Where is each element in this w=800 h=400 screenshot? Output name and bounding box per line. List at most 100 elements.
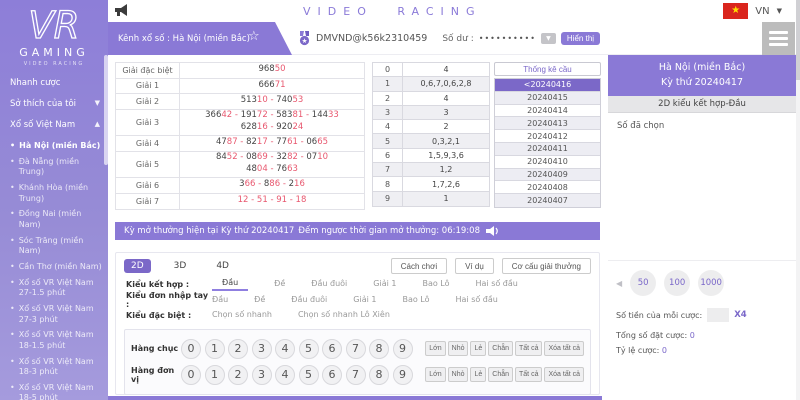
help-button[interactable]: Cơ cấu giải thưởng [502, 258, 591, 274]
digit-ball[interactable]: 6 [322, 339, 342, 359]
sidebar-item[interactable]: •Sóc Trăng (miền Nam) [10, 236, 102, 257]
page-scrollbar[interactable] [796, 0, 800, 400]
bet-option[interactable]: Đầu [212, 278, 248, 291]
hamburger-menu-icon[interactable] [762, 22, 795, 55]
quick-button[interactable]: Xóa tất cả [544, 367, 584, 382]
tab-2d[interactable]: 2D [124, 259, 151, 273]
digit-ball[interactable]: 5 [299, 339, 319, 359]
quick-button[interactable]: Chẵn [488, 341, 513, 356]
quick-button[interactable]: Xóa tất cả [544, 341, 584, 356]
digit-ball[interactable]: 3 [252, 365, 272, 385]
draw-date-item[interactable]: 20240409 [495, 169, 600, 182]
bet-option[interactable]: Chọn số nhanh [212, 310, 272, 321]
chip-1000[interactable]: 1000 [698, 270, 724, 296]
digit-ball[interactable]: 2 [228, 339, 248, 359]
sidebar-item[interactable]: •Cần Thơ (miền Nam) [10, 262, 102, 272]
digit-ball[interactable]: 6 [322, 365, 342, 385]
vr-logo[interactable]: VR GAMING VIDEO RACING [0, 0, 108, 67]
quick-button[interactable]: Tất cả [515, 341, 542, 356]
sidebar-item[interactable]: •Xổ số VR Việt Nam 27-3 phút [10, 304, 102, 325]
digit-ball[interactable]: 9 [393, 365, 413, 385]
draw-date-item[interactable]: 20240412 [495, 130, 600, 143]
quick-button[interactable]: Lẻ [470, 341, 486, 356]
draw-date-item[interactable]: 20240408 [495, 181, 600, 194]
bet-option[interactable]: Đầu đuôi [291, 295, 327, 306]
help-button[interactable]: Ví dụ [455, 258, 494, 274]
draw-date-item[interactable]: <20240416 [495, 79, 600, 92]
quick-button[interactable]: Nhỏ [448, 341, 469, 356]
bet-option[interactable]: Đề [254, 295, 265, 306]
total-bets-label: Tổng số đặt cược: [616, 331, 687, 340]
quick-button[interactable]: Lớn [425, 367, 445, 382]
stats-header-button[interactable]: Thống kê cầu [494, 62, 601, 76]
chip-prev-icon[interactable]: ◀ [616, 279, 622, 288]
draw-date-item[interactable]: 20240410 [495, 156, 600, 169]
digit-ball[interactable]: 8 [369, 365, 389, 385]
bet-amount-input[interactable] [707, 308, 729, 322]
bet-option[interactable]: Đề [274, 279, 285, 290]
sidebar-item[interactable]: •Khánh Hòa (miền Trung) [10, 183, 102, 204]
draw-date-item[interactable]: 20240415 [495, 92, 600, 105]
lang-selector[interactable]: ★ VN ▼ [723, 3, 782, 19]
sidebar-scrollbar[interactable] [104, 55, 108, 165]
sidebar-section-Sở thích của tôi[interactable]: Sở thích của tôi▼ [10, 99, 102, 109]
bet-option[interactable]: Giải 1 [373, 279, 396, 290]
digit-cell: 4 [373, 120, 403, 133]
bet-option[interactable]: Chọn số nhanh Lô Xiên [298, 310, 390, 321]
sidebar-item[interactable]: •Xổ số VR Việt Nam 27-1.5 phút [10, 278, 102, 299]
chip-100[interactable]: 100 [664, 270, 690, 296]
sidebar-item[interactable]: •Xổ số VR Việt Nam 18-1.5 phút [10, 330, 102, 351]
bet-type-label: Kiểu đặc biệt : [126, 311, 212, 320]
megaphone-icon[interactable] [114, 3, 130, 18]
digit-ball[interactable]: 5 [299, 365, 319, 385]
digit-ball[interactable]: 0 [181, 339, 201, 359]
sidebar-item[interactable]: •Xổ số VR Việt Nam 18-5 phút [10, 383, 102, 400]
sidebar-item[interactable]: •Hà Nội (miền Bắc) [10, 141, 102, 151]
sidebar-section-Nhanh cược[interactable]: Nhanh cược [10, 78, 102, 88]
digit-ball[interactable]: 0 [181, 365, 201, 385]
digit-ball[interactable]: 7 [346, 339, 366, 359]
chip-50[interactable]: 50 [630, 270, 656, 296]
digit-ball[interactable]: 9 [393, 339, 413, 359]
bet-option[interactable]: Bao Lô [422, 279, 449, 290]
speaker-icon[interactable] [486, 225, 500, 237]
sidebar-section-Xổ số Việt Nam[interactable]: Xổ số Việt Nam▲ [10, 120, 102, 130]
draw-date-item[interactable]: 20240414 [495, 105, 600, 118]
digit-ball[interactable]: 1 [205, 365, 225, 385]
vietnam-flag-icon: ★ [723, 3, 748, 19]
sidebar-item[interactable]: •Đà Nẵng (miền Trung) [10, 157, 102, 178]
quick-button[interactable]: Lẻ [470, 367, 486, 382]
digit-ball[interactable]: 2 [228, 365, 248, 385]
bet-option[interactable]: Hai số đầu [476, 279, 518, 290]
quick-button[interactable]: Chẵn [488, 367, 513, 382]
bet-option[interactable]: Đầu [212, 295, 228, 306]
tab-4d[interactable]: 4D [209, 259, 236, 273]
number-picker: Hàng chục0123456789LớnNhỏLẻChẵnTất cảXóa… [124, 329, 591, 395]
bet-option[interactable]: Đầu đuôi [311, 279, 347, 290]
draw-date-item[interactable]: 20240411 [495, 143, 600, 156]
digit-ball[interactable]: 1 [205, 339, 225, 359]
footer-strip [108, 396, 602, 400]
help-button[interactable]: Cách chơi [391, 258, 447, 274]
digit-stat-row: 10,6,7,0,6,2,8 [373, 77, 489, 91]
bet-option[interactable]: Bao Lô [402, 295, 429, 306]
bet-option[interactable]: Giải 1 [353, 295, 376, 306]
digit-ball[interactable]: 4 [275, 339, 295, 359]
show-balance-button[interactable]: Hiển thị [561, 32, 600, 45]
digit-ball[interactable]: 8 [369, 339, 389, 359]
sidebar-item[interactable]: •Xổ số VR Việt Nam 18-3 phút [10, 357, 102, 378]
draw-date-item[interactable]: 20240407 [495, 194, 600, 207]
digit-ball[interactable]: 4 [275, 365, 295, 385]
bet-option[interactable]: Hai số đầu [456, 295, 498, 306]
quick-button[interactable]: Tất cả [515, 367, 542, 382]
quick-button[interactable]: Lớn [425, 341, 445, 356]
quick-button[interactable]: Nhỏ [448, 367, 469, 382]
tab-3d[interactable]: 3D [167, 259, 194, 273]
sidebar-item[interactable]: •Đồng Nai (miền Nam) [10, 209, 102, 230]
favorite-star-icon[interactable]: ☆ [248, 29, 260, 44]
digit-ball[interactable]: 3 [252, 339, 272, 359]
total-bets-value: 0 [690, 331, 695, 340]
draw-date-item[interactable]: 20240413 [495, 117, 600, 130]
balance-dropdown-icon[interactable]: ▼ [541, 33, 556, 44]
digit-ball[interactable]: 7 [346, 365, 366, 385]
